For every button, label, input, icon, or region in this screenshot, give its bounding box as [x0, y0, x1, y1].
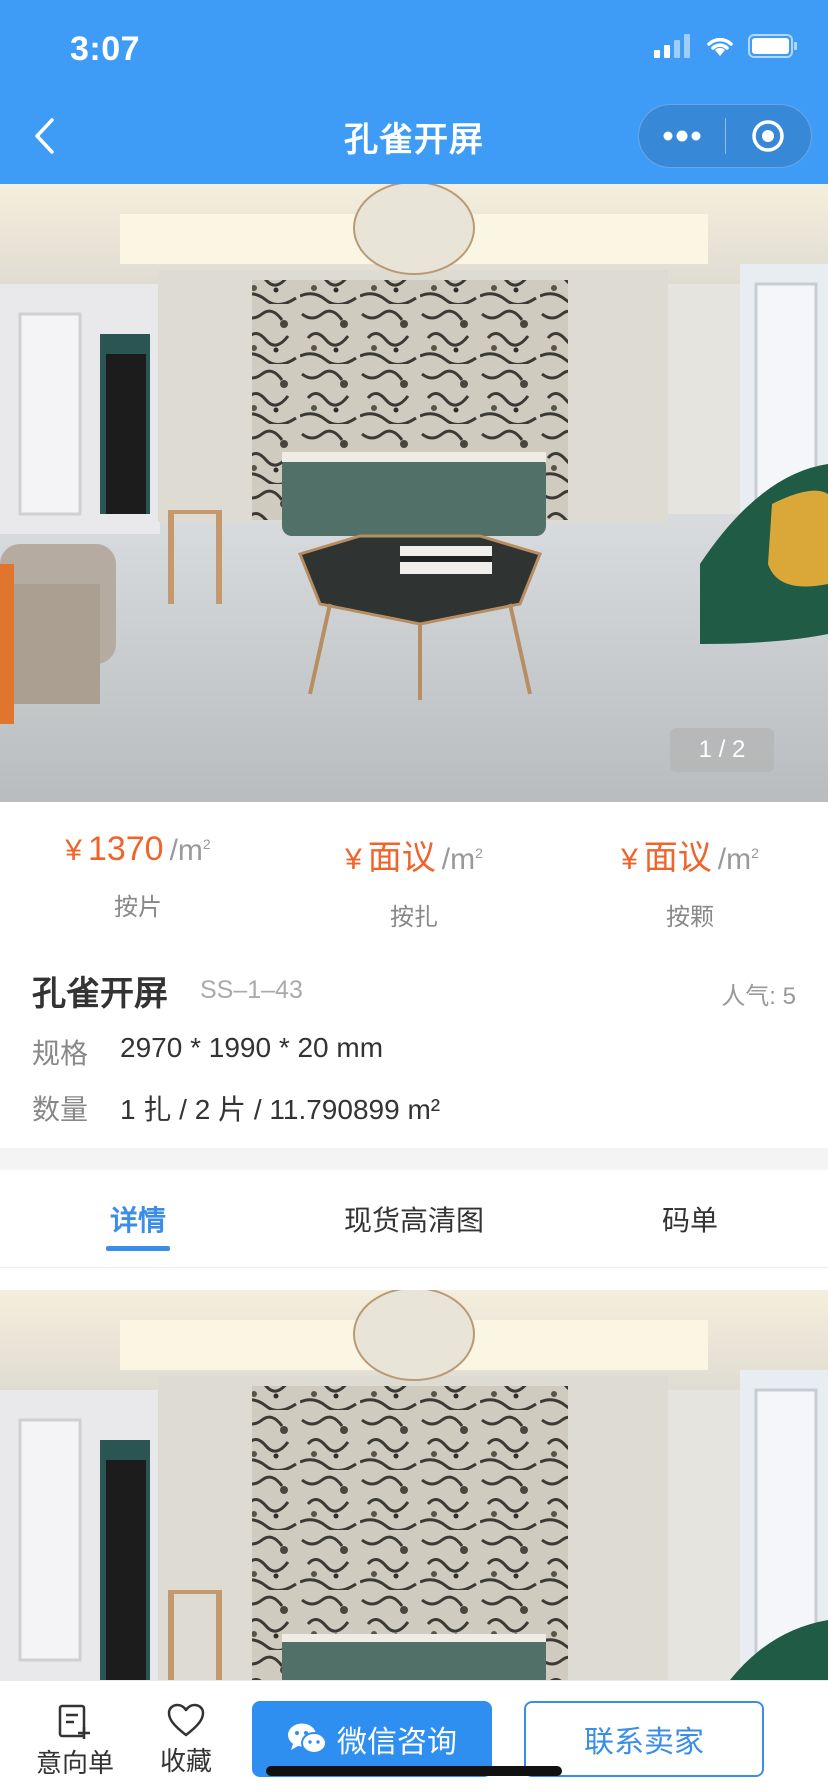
spec-label: 规格 — [32, 1038, 89, 1069]
top-bar: 3:07 孔雀开屏 — [0, 0, 828, 184]
price-label: 按颗 — [666, 904, 714, 931]
tab-details[interactable]: 详情 — [0, 1170, 276, 1267]
wechat-consult-label: 微信咨询 — [337, 1726, 457, 1759]
inquiry-list-button[interactable]: 意向单 — [36, 1703, 114, 1780]
home-indicator — [266, 1766, 562, 1776]
quantity-value: 1 扎 / 2 片 / 11.790899 m² — [120, 1094, 441, 1125]
quantity-label: 数量 — [32, 1094, 89, 1125]
product-image-carousel[interactable]: 1 / 2 — [0, 184, 828, 802]
price-value: ¥ 面议 /m2 — [345, 830, 483, 879]
price-label: 按扎 — [390, 904, 438, 931]
detail-image — [0, 1290, 828, 1680]
status-icons — [654, 34, 798, 58]
detail-tabs: 详情 现货高清图 码单 — [0, 1170, 828, 1268]
spacer — [0, 1268, 828, 1290]
close-miniprogram-button[interactable] — [726, 104, 812, 168]
currency-symbol: ¥ — [65, 834, 82, 867]
more-button[interactable] — [639, 104, 725, 168]
price-amount: 面议 — [367, 839, 436, 877]
price-unit: /m2 — [441, 843, 483, 876]
price-per-slab: ¥ 1370 /m2 按片 — [0, 802, 276, 952]
currency-symbol: ¥ — [621, 843, 638, 876]
room-render-image — [0, 184, 828, 802]
spec-value: 2970 * 1990 * 20 mm — [120, 1032, 384, 1063]
product-code: SS–1–43 — [200, 976, 303, 1004]
wifi-icon — [707, 37, 733, 56]
price-per-block: ¥ 面议 /m2 按颗 — [552, 802, 828, 952]
tab-packing-list[interactable]: 码单 — [552, 1170, 828, 1267]
room-render-image — [0, 1290, 828, 1680]
spec-row: 规格 2970 * 1990 * 20 mm — [32, 1032, 383, 1072]
price-unit: /m2 — [717, 843, 759, 876]
price-row: ¥ 1370 /m2 按片 ¥ 面议 /m2 按扎 ¥ 面议 /m2 按颗 — [0, 802, 828, 952]
price-value: ¥ 1370 /m2 — [65, 830, 210, 869]
product-name: 孔雀开屏 — [32, 975, 168, 1013]
heart-icon — [167, 1703, 205, 1737]
target-icon — [752, 120, 784, 152]
inquiry-list-label: 意向单 — [36, 1748, 115, 1778]
tab-hd-images[interactable]: 现货高清图 — [276, 1170, 552, 1267]
document-add-icon — [58, 1704, 90, 1739]
price-per-bundle: ¥ 面议 /m2 按扎 — [276, 802, 552, 952]
signal-icon — [654, 34, 690, 58]
currency-symbol: ¥ — [345, 843, 362, 876]
price-value: ¥ 面议 /m2 — [621, 830, 759, 879]
section-divider — [0, 1148, 828, 1170]
mini-program-capsule — [638, 104, 812, 168]
price-amount: 面议 — [643, 839, 712, 877]
quantity-row: 数量 1 扎 / 2 片 / 11.790899 m² — [32, 1088, 440, 1128]
favorite-button[interactable]: 收藏 — [160, 1703, 212, 1778]
contact-seller-button[interactable]: 联系卖家 — [524, 1701, 764, 1777]
wechat-icon — [288, 1723, 327, 1754]
more-dots-icon — [663, 130, 701, 142]
carousel-page-indicator: 1 / 2 — [670, 728, 774, 772]
price-unit: /m2 — [169, 834, 211, 867]
price-amount: 1370 — [87, 830, 164, 868]
product-info: 孔雀开屏 SS–1–43 人气: 5 规格 2970 * 1990 * 20 m… — [0, 952, 828, 1148]
popularity-count: 人气: 5 — [721, 983, 796, 1010]
price-label: 按片 — [114, 894, 162, 921]
battery-icon — [748, 34, 797, 58]
status-time: 3:07 — [70, 30, 141, 68]
favorite-label: 收藏 — [160, 1746, 213, 1776]
